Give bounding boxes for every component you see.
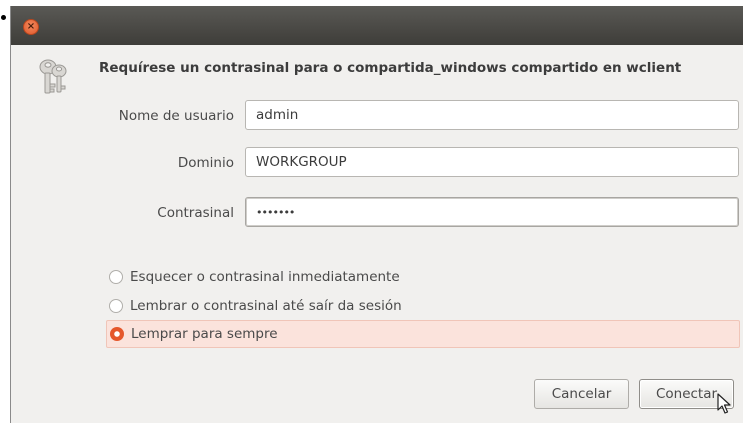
radio-label: Lemprar para sempre [131, 326, 278, 342]
close-icon[interactable]: × [23, 19, 39, 35]
radio-button-checked[interactable] [110, 327, 124, 341]
radio-remember-forever[interactable]: Lemprar para sempre [106, 320, 740, 348]
mouse-pointer-icon [717, 393, 731, 414]
domain-label: Dominio [177, 155, 234, 171]
radio-forget-immediately[interactable]: Esquecer o contrasinal inmediatamente [106, 263, 400, 291]
username-field[interactable] [245, 100, 739, 130]
password-label: Contrasinal [157, 205, 234, 221]
radio-label: Lembrar o contrasinal até saír da sesión [130, 298, 402, 314]
radio-button[interactable] [109, 299, 123, 313]
dialog-heading: Requírese un contrasinal para o comparti… [99, 60, 682, 76]
domain-field[interactable] [245, 147, 739, 177]
username-label: Nome de usuario [118, 108, 234, 124]
keys-icon [39, 59, 67, 94]
radio-button[interactable] [109, 270, 123, 284]
radio-label: Esquecer o contrasinal inmediatamente [130, 269, 400, 285]
screenshot-stage: × Requírese un contrasinal para o compar… [0, 0, 743, 423]
title-bar: × [11, 6, 743, 45]
password-dialog: × Requírese un contrasinal para o compar… [10, 6, 743, 423]
password-field[interactable] [245, 197, 739, 227]
bullet-dot [1, 15, 6, 20]
cancel-button[interactable]: Cancelar [534, 379, 629, 409]
radio-remember-until-logout[interactable]: Lembrar o contrasinal até saír da sesión [106, 292, 402, 320]
